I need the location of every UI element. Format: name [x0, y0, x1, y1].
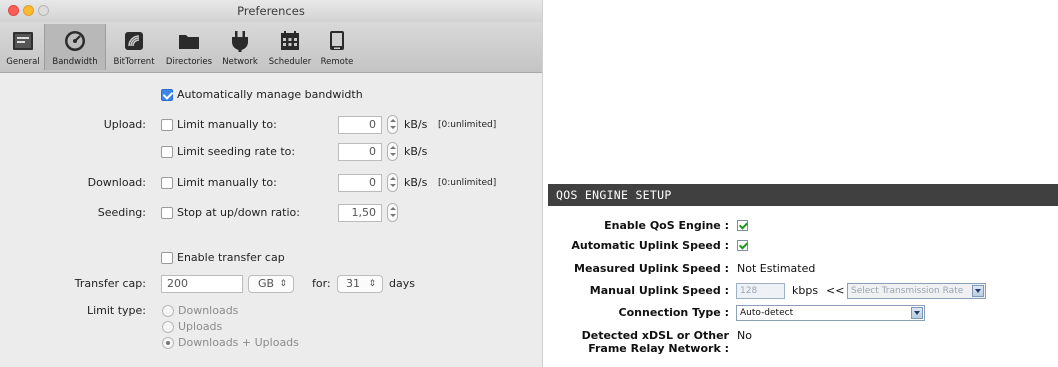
download-unit: kB/s	[404, 176, 428, 189]
manual-uplink-label: Manual Uplink Speed :	[589, 284, 729, 297]
tab-bandwidth[interactable]: Bandwidth	[44, 24, 106, 70]
minimize-button[interactable]	[23, 5, 34, 16]
upload-limit-checkbox[interactable]	[161, 119, 173, 131]
download-label: Download:	[87, 176, 146, 189]
preferences-toolbar: General Bandwidth BitTorrent Directories	[0, 22, 542, 73]
seeding-label: Seeding:	[97, 206, 146, 219]
transmission-rate-value: Select Transmission Rate	[851, 286, 964, 296]
download-limit-checkbox[interactable]	[161, 177, 173, 189]
folder-icon	[179, 35, 199, 49]
tab-bandwidth-label: Bandwidth	[52, 57, 98, 67]
zoom-button[interactable]	[38, 5, 49, 16]
auto-manage-label: Automatically manage bandwidth	[177, 88, 363, 101]
tab-scheduler-label: Scheduler	[268, 57, 312, 67]
popup-arrows-icon: ⇕	[279, 279, 287, 289]
manual-uplink-input[interactable]: 128	[736, 283, 785, 299]
days-value: 31	[346, 277, 360, 290]
preferences-window: Preferences General Bandwidth BitTorrent…	[0, 0, 543, 367]
transfer-cap-checkbox[interactable]	[161, 252, 173, 264]
title-bar: Preferences	[0, 0, 542, 22]
transfer-cap-label: Transfer cap:	[74, 277, 146, 290]
kbps-label: kbps	[792, 284, 819, 297]
tab-directories[interactable]: Directories	[161, 24, 217, 70]
limit-type-both-label: Downloads + Uploads	[178, 336, 299, 349]
transfer-cap-field[interactable]: 200	[161, 275, 243, 293]
tab-remote[interactable]: Remote	[317, 24, 357, 70]
download-unlimited-hint: [0:unlimited]	[438, 178, 497, 188]
upload-unit: kB/s	[404, 118, 428, 131]
close-button[interactable]	[8, 5, 19, 16]
ratio-label: Stop at up/down ratio:	[177, 206, 300, 219]
download-limit-label: Limit manually to:	[177, 176, 277, 189]
dropdown-arrow-icon	[972, 285, 984, 297]
limit-type-uploads-radio[interactable]	[162, 321, 174, 333]
limit-type-uploads-label: Uploads	[178, 320, 223, 333]
general-icon	[13, 32, 33, 50]
speedometer-icon	[65, 31, 85, 51]
tab-general[interactable]: General	[2, 24, 44, 70]
download-rate-stepper[interactable]	[387, 173, 398, 192]
tab-directories-label: Directories	[165, 57, 213, 67]
plug-icon	[232, 31, 248, 52]
auto-manage-checkbox[interactable]	[161, 89, 173, 101]
cap-unit-value: GB	[258, 277, 275, 290]
enable-qos-checkbox[interactable]	[737, 220, 748, 231]
cap-unit-popup[interactable]: GB ⇕	[248, 275, 294, 293]
connection-type-value: Auto-detect	[740, 308, 794, 318]
auto-uplink-checkbox[interactable]	[737, 240, 748, 251]
auto-uplink-label: Automatic Uplink Speed :	[571, 239, 729, 252]
dropdown-arrow-icon	[911, 307, 923, 319]
upload-unlimited-hint: [0:unlimited]	[438, 120, 497, 130]
download-rate-field[interactable]: 0	[338, 174, 382, 192]
upload-rate-stepper[interactable]	[387, 115, 398, 134]
transmission-rate-select[interactable]: Select Transmission Rate	[847, 283, 986, 299]
tab-bittorrent-label: BitTorrent	[113, 57, 155, 67]
popup-arrows-icon: ⇕	[368, 279, 376, 289]
limit-type-downloads-radio[interactable]	[162, 305, 174, 317]
tab-network[interactable]: Network	[217, 24, 263, 70]
upload-rate-field[interactable]: 0	[338, 116, 382, 134]
days-popup[interactable]: 31 ⇕	[337, 275, 383, 293]
bittorrent-icon	[125, 32, 143, 50]
tab-remote-label: Remote	[320, 57, 354, 67]
window-title: Preferences	[237, 4, 305, 18]
connection-type-select[interactable]: Auto-detect	[736, 305, 925, 321]
seeding-rate-stepper[interactable]	[387, 142, 398, 161]
xdsl-label-line1: Detected xDSL or Other	[581, 329, 729, 342]
enable-qos-label: Enable QoS Engine :	[604, 219, 729, 232]
tab-general-label: General	[6, 57, 40, 67]
qos-engine-panel: QOS ENGINE SETUP Enable QoS Engine : Aut…	[548, 184, 1058, 367]
tab-network-label: Network	[222, 57, 258, 67]
for-label: for:	[312, 277, 331, 290]
seeding-rate-field[interactable]: 0	[338, 143, 382, 161]
ratio-checkbox[interactable]	[161, 207, 173, 219]
bandwidth-pane: Automatically manage bandwidth Upload: L…	[0, 73, 542, 367]
upload-label: Upload:	[103, 118, 146, 131]
transfer-cap-enable-label: Enable transfer cap	[177, 251, 285, 264]
measured-uplink-label: Measured Uplink Speed :	[574, 262, 729, 275]
ratio-stepper[interactable]	[387, 203, 398, 222]
seeding-unit: kB/s	[404, 145, 428, 158]
ratio-field[interactable]: 1,50	[338, 204, 382, 222]
upload-limit-label: Limit manually to:	[177, 118, 277, 131]
limit-type-label: Limit type:	[86, 304, 146, 317]
days-label: days	[389, 277, 415, 290]
seeding-rate-checkbox[interactable]	[161, 146, 173, 158]
rate-arrows: <<	[826, 284, 845, 297]
xdsl-label-line2: Frame Relay Network :	[588, 342, 729, 355]
limit-type-both-radio[interactable]	[162, 337, 174, 349]
measured-uplink-value: Not Estimated	[737, 262, 816, 275]
limit-type-downloads-label: Downloads	[178, 304, 239, 317]
remote-icon	[330, 31, 344, 50]
tab-scheduler[interactable]: Scheduler	[263, 24, 317, 70]
connection-type-label: Connection Type :	[618, 306, 729, 319]
qos-header: QOS ENGINE SETUP	[548, 184, 1058, 206]
tab-bittorrent[interactable]: BitTorrent	[107, 24, 161, 70]
xdsl-value: No	[737, 329, 752, 342]
seeding-rate-label: Limit seeding rate to:	[177, 145, 296, 158]
calendar-icon	[281, 31, 299, 50]
